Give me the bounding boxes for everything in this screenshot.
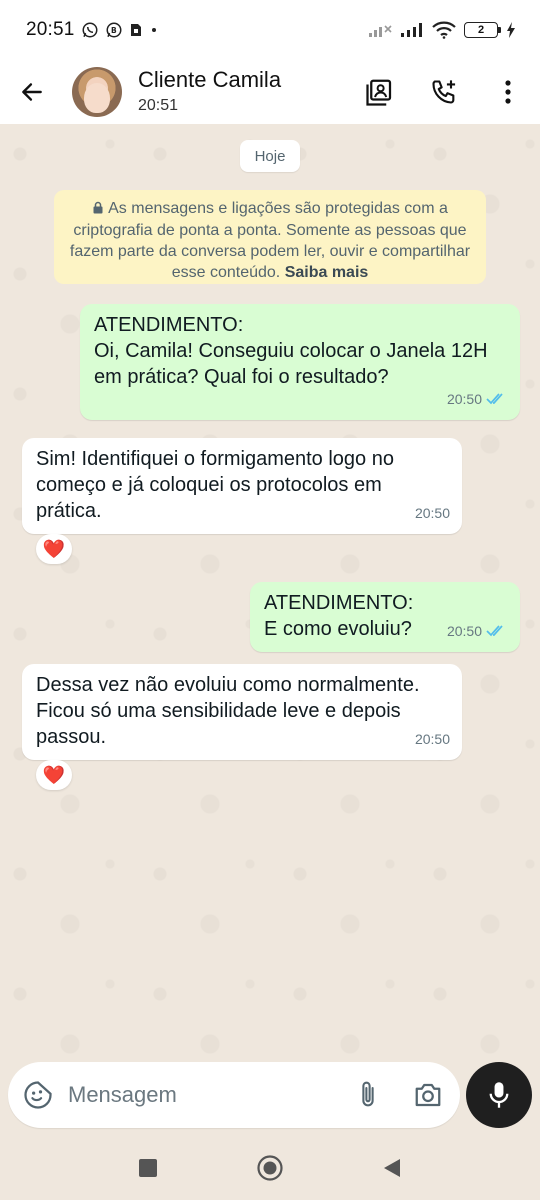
signal-icon [400, 22, 424, 38]
message-time: 20:50 [414, 505, 450, 521]
reaction-heart[interactable]: ❤️ [36, 534, 72, 564]
sticker-icon [24, 1081, 52, 1109]
message-bubble-outgoing[interactable]: ATENDIMENTO: Oi, Camila! Conseguiu coloc… [80, 304, 520, 420]
status-right: 2 [368, 21, 516, 39]
contact-subtitle: 20:51 [138, 97, 179, 114]
whatsapp-icon [81, 21, 99, 39]
charging-icon [506, 22, 516, 38]
status-left: 20:51 B [26, 19, 159, 41]
paperclip-icon [362, 1081, 374, 1107]
chat-area[interactable]: Hoje As mensagens e ligações são protegi… [0, 124, 540, 1062]
chat-header: Cliente Camila 20:51 [0, 60, 540, 124]
wifi-icon [432, 21, 456, 39]
contact-info[interactable]: Cliente Camila 20:51 [138, 67, 281, 117]
message-meta: 20:50 [415, 500, 450, 526]
message-meta: 20:50 [447, 386, 508, 412]
message-text: ATENDIMENTO: Oi, Camila! Conseguiu coloc… [94, 314, 488, 388]
encryption-notice[interactable]: As mensagens e ligações são protegidas c… [54, 190, 486, 284]
read-ticks-icon [486, 624, 508, 638]
encryption-notice-text: As mensagens e ligações são protegidas c… [69, 200, 471, 281]
microphone-icon [489, 1082, 509, 1108]
read-ticks-icon [486, 392, 508, 406]
sim-icon [129, 22, 143, 38]
add-call-button[interactable] [412, 60, 476, 124]
message-input[interactable] [68, 1075, 338, 1115]
message-text: Sim! Identifiquei o formigamento logo no… [36, 448, 394, 522]
message-bubble-incoming[interactable]: Dessa vez não evoluiu como normalmente. … [22, 664, 462, 760]
contact-name: Cliente Camila [138, 67, 282, 92]
sticker-button[interactable] [8, 1062, 68, 1128]
header-actions [348, 60, 540, 124]
whatsapp-business-icon: B [105, 21, 123, 39]
avatar[interactable] [72, 67, 122, 117]
status-bar: 20:51 B 2 [0, 0, 540, 60]
reaction-heart[interactable]: ❤️ [36, 760, 72, 790]
message-time: 20:50 [446, 391, 482, 407]
message-bubble-incoming[interactable]: Sim! Identifiquei o formigamento logo no… [22, 438, 462, 534]
add-call-icon [432, 80, 456, 104]
message-meta: 20:50 [415, 726, 450, 752]
message-text: Dessa vez não evoluiu como normalmente. … [36, 674, 420, 748]
circle-home-icon [257, 1155, 283, 1181]
contact-card-button[interactable] [348, 60, 412, 124]
system-nav-bar [0, 1136, 540, 1200]
date-chip: Hoje [240, 140, 300, 172]
contact-card-icon [366, 79, 392, 106]
message-composer [8, 1062, 460, 1128]
triangle-back-icon [384, 1159, 400, 1177]
recents-button[interactable] [128, 1148, 168, 1188]
battery-icon: 2 [464, 22, 501, 38]
status-time: 20:51 [26, 19, 75, 40]
dot-icon [149, 25, 159, 35]
message-bubble-outgoing[interactable]: ATENDIMENTO: E como evoluiu? 20:50 [250, 582, 520, 652]
home-button[interactable] [250, 1148, 290, 1188]
back-nav-button[interactable] [372, 1148, 412, 1188]
more-options-button[interactable] [476, 60, 540, 124]
learn-more-link[interactable]: Saiba mais [285, 264, 369, 281]
back-button[interactable] [0, 60, 64, 124]
voice-message-button[interactable] [466, 1062, 532, 1128]
no-signal-icon [368, 22, 392, 38]
message-time: 20:50 [446, 623, 482, 639]
camera-button[interactable] [398, 1062, 458, 1128]
camera-icon [415, 1083, 441, 1107]
attach-button[interactable] [338, 1062, 398, 1128]
more-vert-icon [505, 80, 511, 104]
message-meta: 20:50 [447, 618, 508, 644]
lock-icon [92, 199, 104, 220]
svg-text:B: B [111, 26, 117, 35]
square-icon [139, 1159, 157, 1177]
arrow-back-icon [22, 83, 42, 101]
message-time: 20:50 [414, 731, 450, 747]
